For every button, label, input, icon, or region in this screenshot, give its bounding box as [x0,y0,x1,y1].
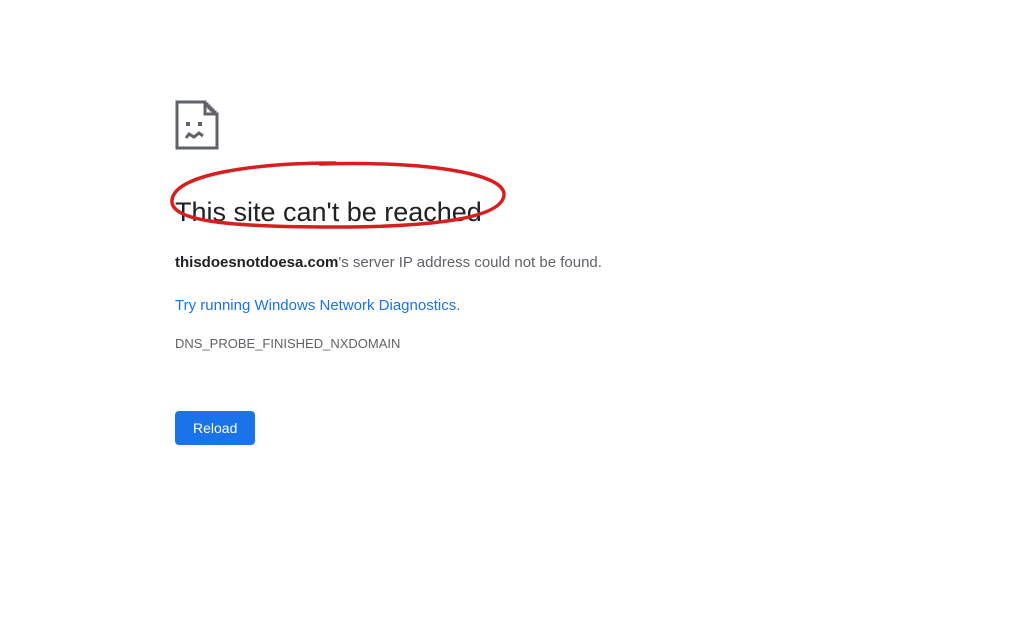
error-domain: thisdoesnotdoesa.com [175,254,338,271]
error-page-container: This site can't be reached thisdoesnotdo… [175,100,755,445]
error-code: DNS_PROBE_FINISHED_NXDOMAIN [175,336,755,351]
diagnostics-period: . [456,297,460,314]
error-subtext: thisdoesnotdoesa.com's server IP address… [175,252,755,275]
heading-section: This site can't be reached [175,195,755,230]
reload-button[interactable]: Reload [175,411,255,445]
error-message-suffix: 's server IP address could not be found. [338,254,602,271]
sad-document-icon [175,100,755,155]
error-heading: This site can't be reached [175,195,755,230]
diagnostics-line: Try running Windows Network Diagnostics. [175,297,755,336]
diagnostics-link[interactable]: Try running Windows Network Diagnostics [175,297,456,314]
